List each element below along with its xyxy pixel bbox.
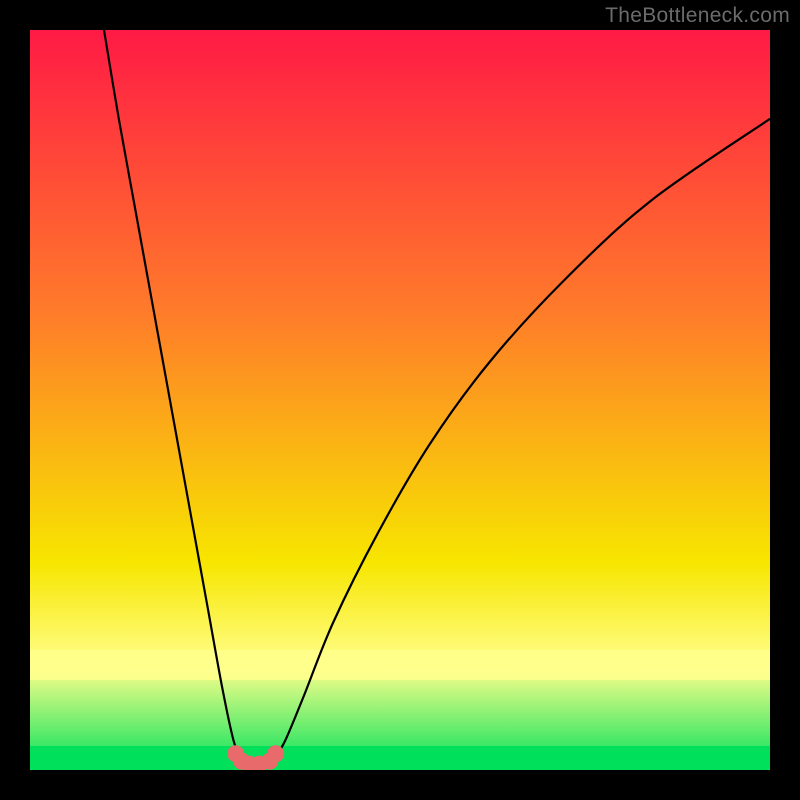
chart-svg (30, 30, 770, 770)
green-floor (30, 746, 770, 770)
plot-area (30, 30, 770, 770)
valley-marker-dot (267, 745, 284, 762)
yellow-band (30, 650, 770, 680)
chart-frame: TheBottleneck.com (0, 0, 800, 800)
watermark-text: TheBottleneck.com (605, 4, 790, 28)
